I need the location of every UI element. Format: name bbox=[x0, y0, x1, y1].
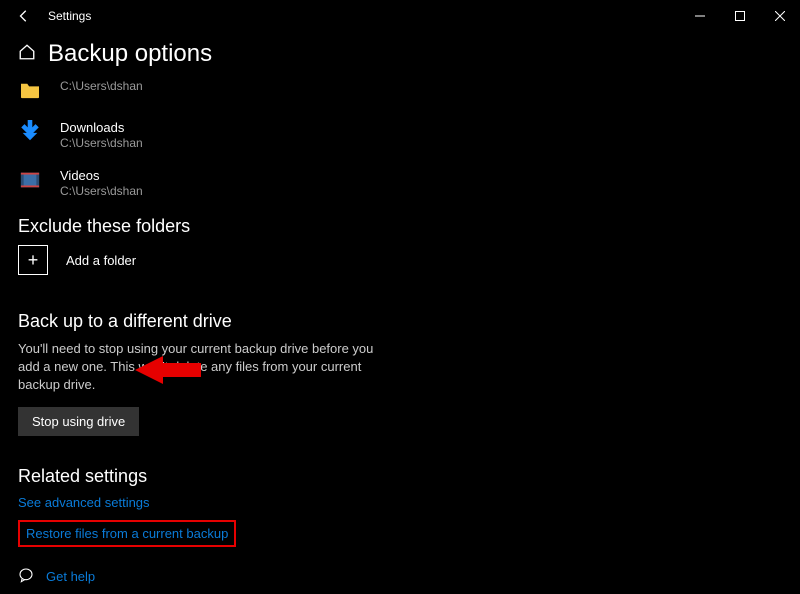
home-icon bbox=[18, 43, 36, 66]
related-heading: Related settings bbox=[18, 466, 782, 487]
back-button[interactable] bbox=[8, 0, 40, 32]
folder-path: C:\Users\dshan bbox=[60, 79, 143, 93]
highlight-annotation: Restore files from a current backup bbox=[18, 520, 236, 547]
folder-path: C:\Users\dshan bbox=[60, 184, 143, 198]
folder-path: C:\Users\dshan bbox=[60, 136, 143, 150]
window-title: Settings bbox=[48, 9, 91, 23]
exclude-heading: Exclude these folders bbox=[18, 216, 782, 237]
get-help-link[interactable]: Get help bbox=[46, 569, 95, 584]
different-drive-desc: You'll need to stop using your current b… bbox=[18, 340, 388, 395]
folder-text: Videos C:\Users\dshan bbox=[60, 168, 143, 198]
maximize-button[interactable] bbox=[720, 0, 760, 32]
window-controls bbox=[680, 0, 800, 32]
stop-using-drive-button[interactable]: Stop using drive bbox=[18, 407, 139, 436]
close-button[interactable] bbox=[760, 0, 800, 32]
folder-text: Downloads C:\Users\dshan bbox=[60, 120, 143, 150]
page-header: Backup options bbox=[18, 40, 782, 68]
help-icon bbox=[18, 567, 34, 586]
minimize-button[interactable] bbox=[680, 0, 720, 32]
plus-icon: + bbox=[18, 245, 48, 275]
advanced-settings-link[interactable]: See advanced settings bbox=[18, 495, 782, 510]
different-drive-heading: Back up to a different drive bbox=[18, 311, 782, 332]
help-row[interactable]: Get help bbox=[18, 567, 782, 586]
downloads-icon bbox=[18, 120, 42, 144]
folder-item[interactable]: C:\Users\dshan bbox=[18, 78, 782, 102]
folder-icon bbox=[18, 78, 42, 102]
page-title: Backup options bbox=[48, 40, 212, 68]
add-folder-label: Add a folder bbox=[66, 253, 136, 268]
folder-name: Videos bbox=[60, 168, 143, 183]
content: Backup options C:\Users\dshan Downloads … bbox=[0, 32, 800, 594]
restore-files-link[interactable]: Restore files from a current backup bbox=[26, 526, 228, 541]
folder-item[interactable]: Videos C:\Users\dshan bbox=[18, 168, 782, 198]
add-folder-button[interactable]: + Add a folder bbox=[18, 245, 782, 275]
folder-item[interactable]: Downloads C:\Users\dshan bbox=[18, 120, 782, 150]
videos-icon bbox=[18, 168, 42, 192]
folder-text: C:\Users\dshan bbox=[60, 78, 143, 93]
folder-name: Downloads bbox=[60, 120, 143, 135]
